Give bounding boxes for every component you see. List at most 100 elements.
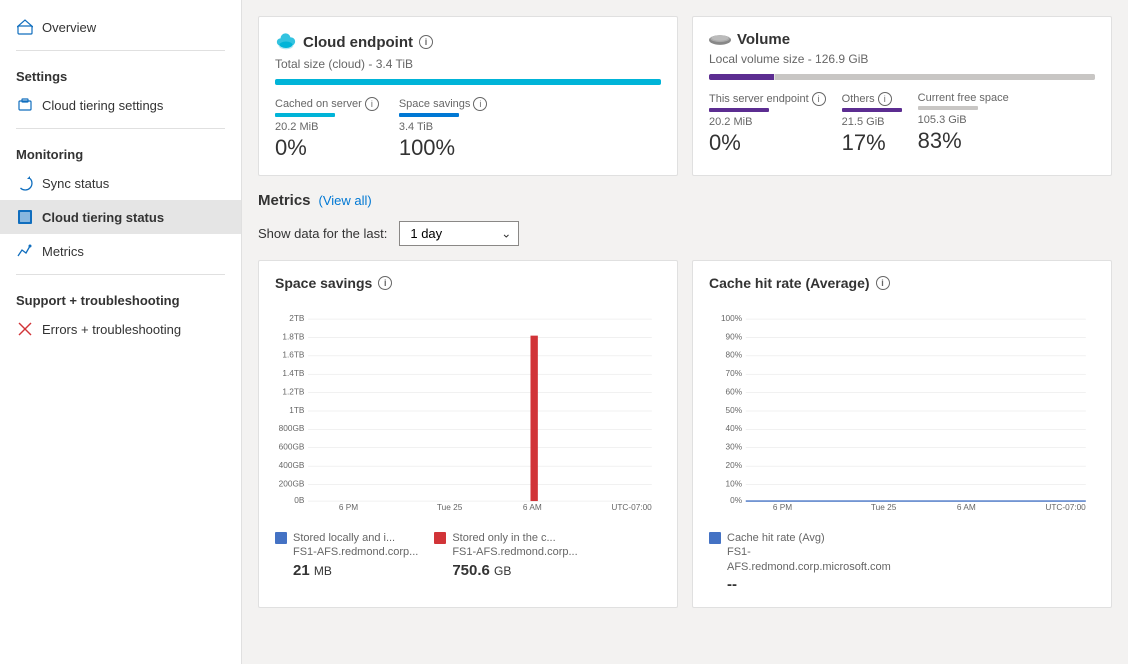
server-endpoint-stat: This server endpoint i 20.2 MiB 0%	[709, 92, 826, 156]
sidebar-item-label: Metrics	[42, 244, 84, 259]
cloud-endpoint-title: Cloud endpoint i	[275, 31, 661, 53]
svg-text:UTC-07:00: UTC-07:00	[611, 503, 652, 512]
cloud-settings-icon	[16, 96, 34, 114]
summary-cards-row: Cloud endpoint i Total size (cloud) - 3.…	[258, 16, 1112, 176]
time-range-select[interactable]: 1 day 1 hour 6 hours 12 hours 7 days 30 …	[399, 221, 519, 246]
svg-text:90%: 90%	[726, 332, 743, 341]
cloud-endpoint-card: Cloud endpoint i Total size (cloud) - 3.…	[258, 16, 678, 176]
space-savings-legend: Stored locally and i...FS1-AFS.redmond.c…	[275, 531, 661, 579]
cloud-endpoint-info[interactable]: i	[419, 35, 433, 49]
volume-subtitle: Local volume size - 126.9 GiB	[709, 52, 1095, 66]
svg-text:UTC-07:00: UTC-07:00	[1045, 503, 1086, 512]
volume-progress	[709, 74, 1095, 80]
svg-text:Tue 25: Tue 25	[871, 503, 897, 512]
svg-text:600GB: 600GB	[279, 443, 305, 452]
volume-progress-used	[709, 74, 774, 80]
volume-stats: This server endpoint i 20.2 MiB 0% Other…	[709, 92, 1095, 156]
home-icon	[16, 18, 34, 36]
svg-text:6 PM: 6 PM	[339, 503, 358, 512]
sidebar-section-settings: Settings	[0, 57, 241, 88]
savings-value: 3.4 TiB	[399, 121, 488, 133]
svg-text:70%: 70%	[726, 369, 743, 378]
svg-text:6 AM: 6 AM	[523, 503, 542, 512]
server-endpoint-percent: 0%	[709, 130, 826, 156]
sync-icon	[16, 174, 34, 192]
free-space-stat: Current free space 105.3 GiB 83%	[918, 92, 1009, 156]
show-data-label: Show data for the last:	[258, 226, 387, 241]
cloud-endpoint-subtitle: Total size (cloud) - 3.4 TiB	[275, 57, 661, 71]
legend-value-cloud: 750.6 GB	[452, 562, 577, 579]
view-all-link[interactable]: (View all)	[319, 193, 372, 208]
cache-hit-title: Cache hit rate (Average) i	[709, 275, 1095, 291]
legend-label-cache-hit: Cache hit rate (Avg)FS1-AFS.redmond.corp…	[727, 531, 909, 574]
legend-value-local: 21 MB	[293, 562, 418, 579]
sidebar-item-label: Errors + troubleshooting	[42, 322, 181, 337]
legend-label-local: Stored locally and i...FS1-AFS.redmond.c…	[293, 531, 418, 560]
svg-text:0B: 0B	[294, 496, 305, 505]
svg-text:20%: 20%	[726, 461, 743, 470]
cache-hit-info[interactable]: i	[876, 276, 890, 290]
sidebar-section-monitoring: Monitoring	[0, 135, 241, 166]
sidebar-divider-3	[16, 274, 225, 275]
server-endpoint-bar	[709, 108, 769, 112]
volume-title: Volume	[709, 31, 1095, 48]
others-info[interactable]: i	[878, 92, 892, 106]
sidebar-item-label: Cloud tiering settings	[42, 98, 163, 113]
savings-stat: Space savings i 3.4 TiB 100%	[399, 97, 488, 161]
sidebar-item-cloud-tiering-settings[interactable]: Cloud tiering settings	[0, 88, 241, 122]
legend-color-cache-hit	[709, 532, 721, 544]
legend-color-local	[275, 532, 287, 544]
svg-text:0%: 0%	[730, 496, 743, 505]
free-space-bar	[918, 106, 978, 110]
others-percent: 17%	[842, 130, 902, 156]
svg-text:30%: 30%	[726, 443, 743, 452]
legend-item-cloud: Stored only in the c...FS1-AFS.redmond.c…	[434, 531, 577, 579]
metrics-header: Metrics (View all)	[258, 192, 1112, 209]
svg-text:1.6TB: 1.6TB	[282, 351, 305, 360]
space-savings-info[interactable]: i	[378, 276, 392, 290]
cached-value: 20.2 MiB	[275, 121, 379, 133]
sidebar-item-errors-troubleshooting[interactable]: Errors + troubleshooting	[0, 312, 241, 346]
savings-percent: 100%	[399, 135, 488, 161]
savings-info[interactable]: i	[473, 97, 487, 111]
space-savings-chart-card: Space savings i 2TB 1.8TB 1.6TB 1.4TB 1.…	[258, 260, 678, 608]
errors-icon	[16, 320, 34, 338]
others-bar	[842, 108, 902, 112]
cache-hit-chart-area: 100% 90% 80% 70% 60% 50% 40% 30% 20% 10%…	[709, 301, 1095, 521]
legend-color-cloud	[434, 532, 446, 544]
sidebar-item-label: Overview	[42, 20, 96, 35]
time-range-select-wrapper: 1 day 1 hour 6 hours 12 hours 7 days 30 …	[399, 221, 519, 246]
chart-row: Space savings i 2TB 1.8TB 1.6TB 1.4TB 1.…	[258, 260, 1112, 608]
sidebar-item-overview[interactable]: Overview	[0, 10, 241, 44]
sidebar-item-metrics[interactable]: Metrics	[0, 234, 241, 268]
cloud-endpoint-progress-fill	[275, 79, 661, 85]
sidebar-item-cloud-tiering-status[interactable]: Cloud tiering status	[0, 200, 241, 234]
cached-info[interactable]: i	[365, 97, 379, 111]
svg-text:2TB: 2TB	[289, 314, 305, 323]
cloud-endpoint-stats: Cached on server i 20.2 MiB 0% Space sav…	[275, 97, 661, 161]
svg-text:1.2TB: 1.2TB	[282, 387, 305, 396]
svg-text:80%: 80%	[726, 351, 743, 360]
svg-text:400GB: 400GB	[279, 461, 305, 470]
cloud-tiering-icon	[16, 208, 34, 226]
space-savings-title: Space savings i	[275, 275, 661, 291]
volume-card: Volume Local volume size - 126.9 GiB Thi…	[692, 16, 1112, 176]
sidebar-item-sync-status[interactable]: Sync status	[0, 166, 241, 200]
server-endpoint-info[interactable]: i	[812, 92, 826, 106]
space-savings-svg: 2TB 1.8TB 1.6TB 1.4TB 1.2TB 1TB 800GB 60…	[275, 301, 661, 521]
volume-progress-free	[775, 74, 1095, 80]
svg-text:200GB: 200GB	[279, 479, 305, 488]
svg-text:40%: 40%	[726, 424, 743, 433]
sidebar-divider-1	[16, 50, 225, 51]
volume-icon	[709, 32, 731, 48]
cached-percent: 0%	[275, 135, 379, 161]
legend-item-local: Stored locally and i...FS1-AFS.redmond.c…	[275, 531, 418, 579]
legend-label-cloud: Stored only in the c...FS1-AFS.redmond.c…	[452, 531, 577, 560]
svg-text:60%: 60%	[726, 387, 743, 396]
cache-hit-svg: 100% 90% 80% 70% 60% 50% 40% 30% 20% 10%…	[709, 301, 1095, 521]
svg-text:50%: 50%	[726, 406, 743, 415]
sidebar-divider-2	[16, 128, 225, 129]
savings-bar	[399, 113, 459, 117]
cache-hit-legend: Cache hit rate (Avg)FS1-AFS.redmond.corp…	[709, 531, 1095, 593]
server-endpoint-value: 20.2 MiB	[709, 116, 826, 128]
